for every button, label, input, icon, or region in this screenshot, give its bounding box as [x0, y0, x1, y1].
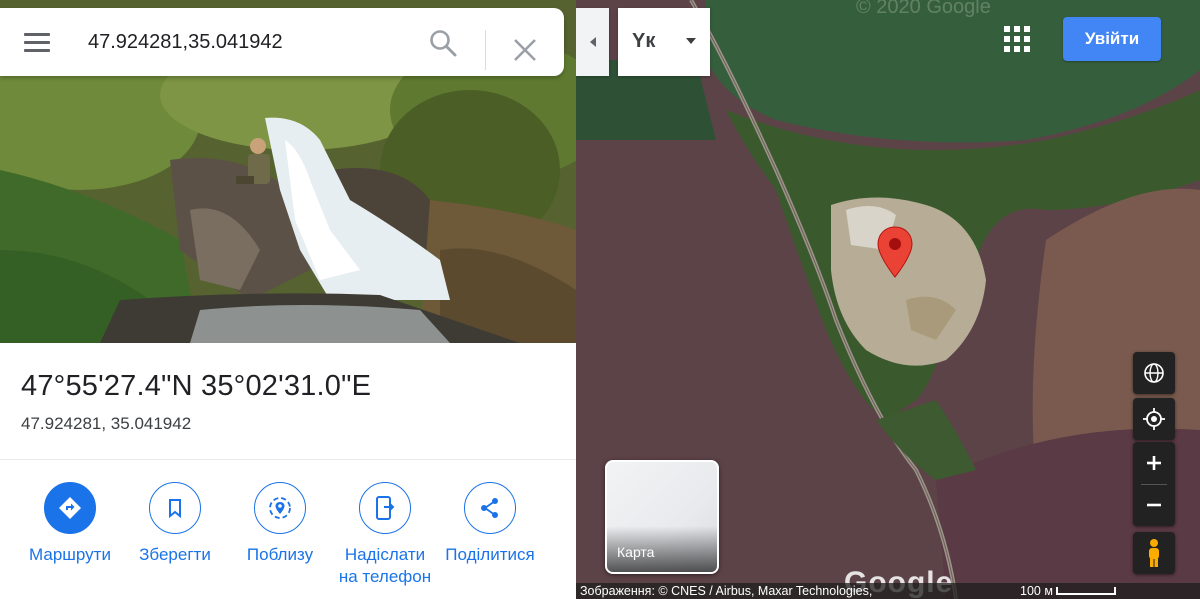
google-apps-button[interactable] — [1004, 26, 1032, 54]
globe-icon — [1144, 363, 1164, 383]
save-label: Зберегти — [139, 545, 211, 564]
apps-grid-dot — [1004, 36, 1010, 42]
directions-icon — [59, 497, 81, 519]
apps-grid-dot — [1014, 46, 1020, 52]
nearby-circle — [254, 482, 306, 534]
send-to-phone-button[interactable]: Надіслати на телефон — [325, 482, 445, 588]
menu-icon-bar — [24, 49, 50, 52]
page-title: 47°55'27.4"N 35°02'31.0"E — [21, 370, 372, 402]
menu-icon — [24, 33, 50, 36]
share-icon — [481, 498, 498, 518]
decimal-coordinates: 47.924281, 35.041942 — [21, 414, 192, 433]
street-view-pegman-button[interactable] — [1133, 532, 1175, 574]
copyright-watermark: © 2020 Google — [856, 0, 991, 18]
location-pin-icon[interactable] — [876, 226, 914, 278]
chevron-down-icon[interactable] — [686, 38, 696, 44]
zoom-out-button[interactable] — [1133, 484, 1175, 526]
mode-label: Yк — [632, 30, 656, 52]
place-panel: 47°55'27.4"N 35°02'31.0"E 47.924281, 35.… — [0, 0, 576, 599]
send-to-phone-circle — [359, 482, 411, 534]
share-label: Поділитися — [445, 545, 535, 564]
directions-label: Маршрути — [29, 545, 111, 564]
search-divider — [485, 30, 486, 70]
share-circle — [464, 482, 516, 534]
apps-grid-dot — [1014, 26, 1020, 32]
send-to-phone-label: Надіслати на телефон — [325, 544, 445, 588]
search-input[interactable] — [88, 26, 408, 58]
map-layer-toggle[interactable]: Карта — [605, 460, 719, 574]
my-location-icon — [1143, 408, 1165, 430]
search-icon — [430, 30, 457, 57]
send-to-phone-label-line2: на телефон — [338, 567, 432, 586]
save-button[interactable]: Зберегти — [115, 482, 235, 566]
close-icon — [514, 39, 536, 61]
apps-grid-dot — [1024, 46, 1030, 52]
search-button[interactable] — [428, 28, 464, 64]
share-button[interactable]: Поділитися — [430, 482, 550, 566]
search-box — [0, 8, 564, 76]
zoom-controls — [1133, 442, 1175, 526]
location-pin-shape — [877, 226, 913, 278]
scale-label[interactable]: 100 м — [1020, 583, 1053, 599]
directions-mode-selector[interactable]: Yк — [618, 8, 710, 76]
collapse-panel-button[interactable] — [576, 8, 609, 76]
send-to-phone-icon — [376, 496, 395, 520]
map-attribution-bar: Зображення: © CNES / Airbus, Maxar Techn… — [576, 583, 1200, 599]
apps-grid-dot — [1014, 36, 1020, 42]
send-to-phone-label-line1: Надіслати — [344, 545, 426, 564]
clear-search-button[interactable] — [505, 30, 545, 70]
zoom-in-button[interactable] — [1133, 442, 1175, 484]
my-location-button[interactable] — [1133, 398, 1175, 440]
apps-grid-dot — [1024, 36, 1030, 42]
layer-thumb-label: Карта — [617, 544, 655, 560]
directions-button[interactable]: Маршрути — [10, 482, 130, 566]
directions-circle — [44, 482, 96, 534]
satellite-map[interactable]: © 2020 Google Yк Увійти Карта Зображення… — [576, 0, 1200, 599]
apps-grid-dot — [1004, 46, 1010, 52]
minus-icon — [1147, 503, 1161, 507]
scale-bar — [1056, 587, 1116, 595]
globe-view-button[interactable] — [1133, 352, 1175, 394]
bookmark-icon — [169, 499, 181, 519]
apps-grid-icon — [1004, 26, 1010, 32]
plus-icon — [1147, 456, 1161, 470]
nearby-icon — [269, 497, 291, 519]
imagery-attribution[interactable]: Зображення: © CNES / Airbus, Maxar Techn… — [580, 583, 872, 599]
menu-icon-bar — [24, 41, 50, 44]
sign-in-button[interactable]: Увійти — [1063, 17, 1161, 61]
save-circle — [149, 482, 201, 534]
menu-button[interactable] — [14, 26, 62, 58]
apps-grid-dot — [1024, 26, 1030, 32]
nearby-button[interactable]: Поблизу — [220, 482, 340, 566]
nearby-label: Поблизу — [246, 545, 314, 564]
pegman-icon — [1149, 539, 1159, 567]
chevron-left-icon — [589, 37, 596, 47]
maps-app: 47°55'27.4"N 35°02'31.0"E 47.924281, 35.… — [0, 0, 1200, 599]
